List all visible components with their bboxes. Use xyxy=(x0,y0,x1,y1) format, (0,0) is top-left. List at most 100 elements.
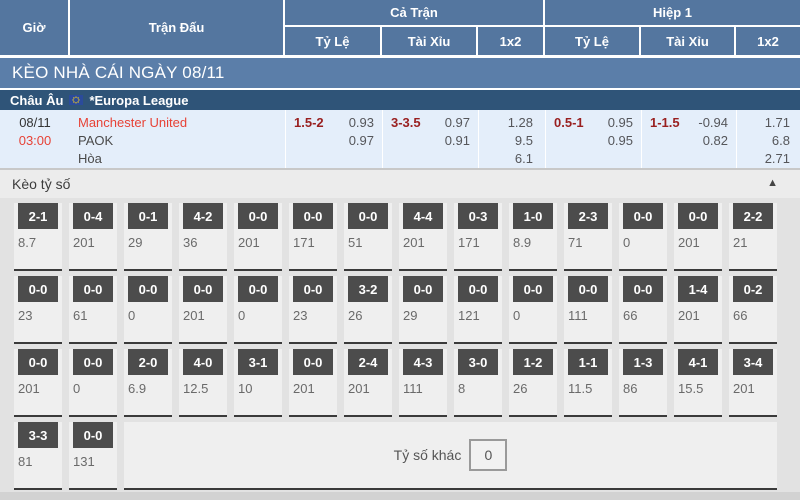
league-row[interactable]: Châu Âu *Europa League xyxy=(0,90,800,110)
column-header-ft-overunder: Tài Xỉu xyxy=(382,27,478,55)
score-cell[interactable]: 3-08 xyxy=(454,349,502,417)
score-cell[interactable]: 3-226 xyxy=(344,276,392,344)
score-label: 2-3 xyxy=(568,203,608,229)
score-odds-value: 0 xyxy=(124,308,172,323)
score-cell[interactable]: 0-0201 xyxy=(234,203,282,271)
ft-1x2-away-odds[interactable]: 9.5 xyxy=(515,132,533,150)
score-label: 3-3 xyxy=(18,422,58,448)
score-cell[interactable]: 3-4201 xyxy=(729,349,777,417)
score-cell[interactable]: 2-06.9 xyxy=(124,349,172,417)
score-cell[interactable]: 3-110 xyxy=(234,349,282,417)
score-odds-value: 111 xyxy=(564,308,612,323)
ft-over-odds[interactable]: 0.97 xyxy=(445,114,470,132)
score-cell[interactable]: 0-00 xyxy=(69,349,117,417)
score-label: 1-1 xyxy=(568,349,608,375)
score-label: 4-2 xyxy=(183,203,223,229)
score-cell[interactable]: 4-115.5 xyxy=(674,349,722,417)
score-cell[interactable]: 0-0121 xyxy=(454,276,502,344)
score-odds-value: 29 xyxy=(124,235,172,250)
h1-handicap-cell: 0.5-1 0.95 0.95 xyxy=(545,110,641,168)
score-cell[interactable]: 0-266 xyxy=(729,276,777,344)
score-odds-value: 23 xyxy=(289,308,337,323)
score-label: 0-0 xyxy=(238,276,278,302)
score-cell[interactable]: 4-4201 xyxy=(399,203,447,271)
score-cell[interactable]: 2-221 xyxy=(729,203,777,271)
ft-under-odds[interactable]: 0.91 xyxy=(445,132,470,150)
score-cell[interactable]: 0-0171 xyxy=(289,203,337,271)
h1-1x2-draw-odds[interactable]: 2.71 xyxy=(765,150,790,168)
collapse-arrow-icon[interactable]: ▲ xyxy=(767,177,778,189)
score-cell[interactable]: 0-0131 xyxy=(69,422,117,490)
score-odds-value: 171 xyxy=(454,235,502,250)
odds-page: Giờ Trận Đấu Cả Trận Hiệp 1 Tỷ Lệ Tài Xỉ… xyxy=(0,0,800,500)
score-cell[interactable]: 0-023 xyxy=(14,276,62,344)
score-odds-value: 23 xyxy=(14,308,62,323)
score-cell[interactable]: 1-226 xyxy=(509,349,557,417)
score-cell[interactable]: 1-386 xyxy=(619,349,667,417)
score-cell[interactable]: 0-0201 xyxy=(14,349,62,417)
column-header-time: Giờ xyxy=(0,0,70,55)
score-cell[interactable]: 0-066 xyxy=(619,276,667,344)
score-cell[interactable]: 1-4201 xyxy=(674,276,722,344)
score-cell[interactable]: 4-236 xyxy=(179,203,227,271)
ft-1x2-draw-odds[interactable]: 6.1 xyxy=(515,150,533,168)
eu-flag-icon xyxy=(69,95,83,105)
h1-handicap-away-odds[interactable]: 0.95 xyxy=(608,132,633,150)
h1-under-odds[interactable]: 0.82 xyxy=(703,132,728,150)
score-cell[interactable]: 0-129 xyxy=(124,203,172,271)
score-odds-value: 201 xyxy=(674,308,722,323)
away-team-link[interactable]: PAOK xyxy=(78,132,277,150)
score-odds-value: 66 xyxy=(729,308,777,323)
score-odds-value: 26 xyxy=(509,381,557,396)
score-cell[interactable]: 2-18.7 xyxy=(14,203,62,271)
score-cell[interactable]: 4-012.5 xyxy=(179,349,227,417)
score-odds-value: 201 xyxy=(399,235,447,250)
score-cell[interactable]: 2-4201 xyxy=(344,349,392,417)
score-odds-value: 201 xyxy=(14,381,62,396)
other-score-input[interactable] xyxy=(469,439,507,471)
score-odds-value: 66 xyxy=(619,308,667,323)
draw-label: Hòa xyxy=(78,150,277,168)
score-cell[interactable]: 0-0201 xyxy=(674,203,722,271)
score-cell[interactable]: 2-371 xyxy=(564,203,612,271)
match-time-cell: 08/11 03:00 xyxy=(0,110,70,168)
score-cell[interactable]: 0-0111 xyxy=(564,276,612,344)
score-label: 0-0 xyxy=(293,276,333,302)
score-label: 4-3 xyxy=(403,349,443,375)
score-cell[interactable]: 0-00 xyxy=(234,276,282,344)
correct-score-title: Kèo tỷ số xyxy=(0,176,70,192)
score-cell[interactable]: 0-4201 xyxy=(69,203,117,271)
score-label: 0-0 xyxy=(73,349,113,375)
score-cell[interactable]: 0-0201 xyxy=(179,276,227,344)
score-label: 0-0 xyxy=(18,349,58,375)
score-odds-value: 201 xyxy=(344,381,392,396)
score-odds-value: 171 xyxy=(289,235,337,250)
score-cell[interactable]: 0-023 xyxy=(289,276,337,344)
score-cell[interactable]: 0-051 xyxy=(344,203,392,271)
score-label: 0-4 xyxy=(73,203,113,229)
h1-over-odds[interactable]: -0.94 xyxy=(698,114,728,132)
ft-1x2-home-odds[interactable]: 1.28 xyxy=(508,114,533,132)
home-team-link[interactable]: Manchester United xyxy=(78,114,277,132)
score-cell[interactable]: 0-00 xyxy=(509,276,557,344)
league-region-label: Châu Âu xyxy=(10,93,63,108)
score-label: 4-1 xyxy=(678,349,718,375)
score-cell[interactable]: 0-061 xyxy=(69,276,117,344)
score-cell[interactable]: 0-00 xyxy=(619,203,667,271)
score-cell[interactable]: 1-111.5 xyxy=(564,349,612,417)
score-cell[interactable]: 0-00 xyxy=(124,276,172,344)
score-cell[interactable]: 0-0201 xyxy=(289,349,337,417)
h1-1x2-away-odds[interactable]: 6.8 xyxy=(772,132,790,150)
score-cell[interactable]: 4-3111 xyxy=(399,349,447,417)
score-odds-value: 201 xyxy=(674,235,722,250)
correct-score-section: Kèo tỷ số ▲ 2-18.7 0-4201 0-129 4-236 0-… xyxy=(0,170,800,492)
score-cell[interactable]: 1-08.9 xyxy=(509,203,557,271)
score-cell[interactable]: 0-3171 xyxy=(454,203,502,271)
ft-handicap-away-odds[interactable]: 0.97 xyxy=(349,132,374,150)
score-cell[interactable]: 3-381 xyxy=(14,422,62,490)
h1-handicap-home-odds[interactable]: 0.95 xyxy=(608,114,633,132)
h1-1x2-home-odds[interactable]: 1.71 xyxy=(765,114,790,132)
score-cell[interactable]: 0-029 xyxy=(399,276,447,344)
score-label: 1-4 xyxy=(678,276,718,302)
ft-handicap-home-odds[interactable]: 0.93 xyxy=(349,114,374,132)
